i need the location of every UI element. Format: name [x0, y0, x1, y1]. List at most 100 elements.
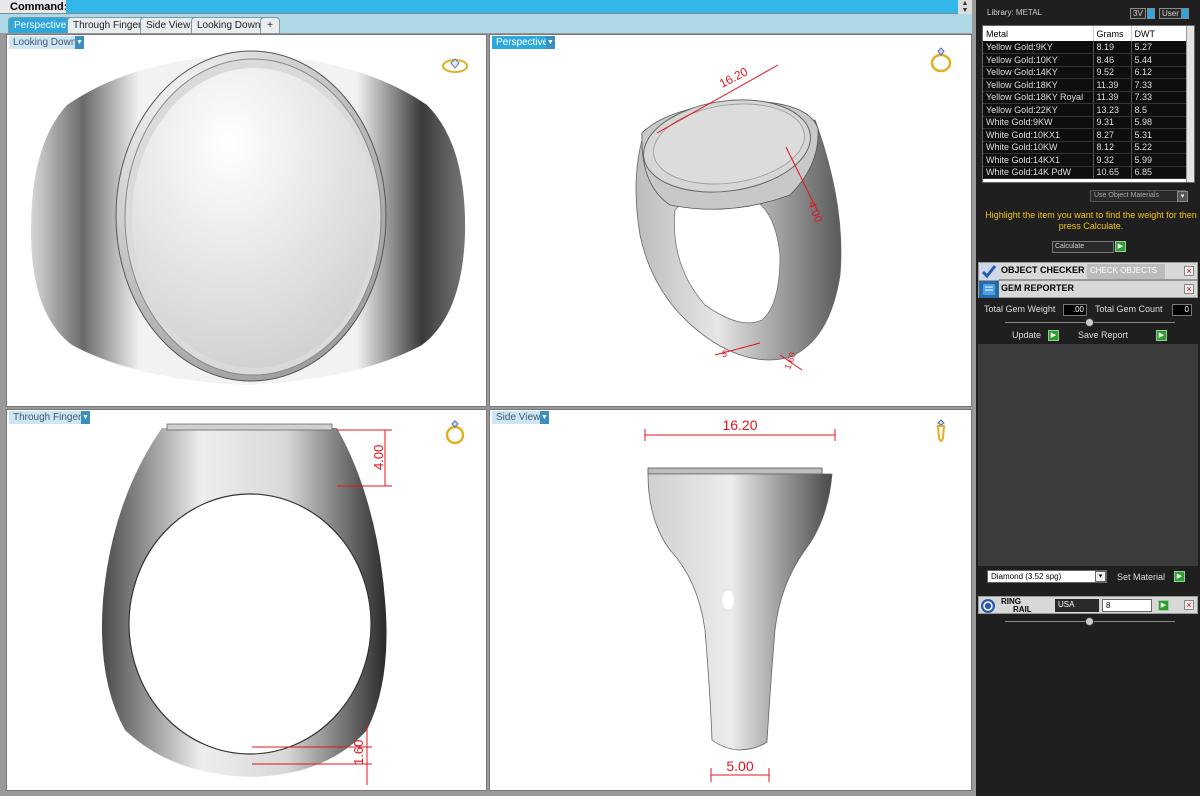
viewport-menu-dropdown[interactable]: ▼ — [540, 411, 549, 424]
viewport-menu-dropdown[interactable]: ▼ — [546, 36, 555, 49]
dwt-cell: 5.27 — [1131, 41, 1188, 54]
dwt-cell: 7.33 — [1131, 78, 1188, 92]
chevron-down-icon[interactable]: ▾ — [1095, 571, 1106, 582]
metal-name-cell: Yellow Gold:18KY — [983, 78, 1094, 92]
metal-name-cell: Yellow Gold:14KY — [983, 66, 1094, 79]
grams-cell: 9.31 — [1093, 116, 1132, 129]
command-scroll-arrows[interactable]: ▲ ▼ — [958, 0, 972, 14]
set-material-label[interactable]: Set Material — [1117, 572, 1165, 584]
close-icon[interactable]: × — [1184, 600, 1194, 610]
grams-cell: 13.23 — [1093, 103, 1132, 117]
command-input[interactable] — [66, 0, 958, 13]
save-report-go-button[interactable]: ▶ — [1156, 330, 1167, 341]
metal-name-cell: Yellow Gold:10KY — [983, 53, 1094, 67]
dwt-cell: 5.98 — [1131, 116, 1188, 129]
close-icon[interactable]: × — [1184, 284, 1194, 294]
dwt-cell: 5.22 — [1131, 141, 1188, 154]
calculate-field[interactable]: Calculate — [1052, 241, 1114, 253]
tab-through-finger[interactable]: Through Finger — [67, 17, 148, 33]
dwt-cell: 5.44 — [1131, 53, 1188, 67]
metal-row[interactable]: White Gold:14K PdW 10.65 6.85 — [983, 166, 1188, 179]
viewport-side-view[interactable]: 16.20 5.00 Side View ▼ — [489, 409, 972, 791]
check-objects-button[interactable]: CHECK OBJECTS — [1087, 264, 1165, 279]
metal-row[interactable]: White Gold:10KX1 8.27 5.31 — [983, 128, 1188, 142]
column-header-dwt[interactable]: DWT — [1131, 26, 1188, 41]
viewport-label-side-view[interactable]: Side View — [492, 411, 545, 424]
set-material-go-button[interactable]: ▶ — [1174, 571, 1185, 582]
column-header-metal[interactable]: Metal — [983, 26, 1094, 41]
tab-looking-down[interactable]: Looking Down — [191, 17, 267, 33]
dwt-cell: 8.5 — [1131, 103, 1188, 117]
update-label[interactable]: Update — [1012, 330, 1041, 342]
total-gem-count-label: Total Gem Count — [1095, 304, 1163, 314]
metal-table-scrollbar[interactable] — [1186, 26, 1194, 182]
dwt-cell: 6.12 — [1131, 66, 1188, 79]
ring-side-render: 16.20 5.00 — [644, 417, 836, 782]
ring-front-render: 4.00 1.60 — [101, 423, 392, 785]
user-info-icon[interactable] — [1181, 8, 1189, 19]
grams-cell: 10.65 — [1093, 166, 1132, 179]
metal-table[interactable]: Metal Grams DWT Yellow Gold:9KY 8.19 5.27 Y… — [982, 25, 1195, 183]
grams-cell: 11.39 — [1093, 91, 1132, 104]
ring-perspective-render: 16.20 4.00 5 1.60 — [635, 64, 842, 371]
metal-row[interactable]: Yellow Gold:9KY 8.19 5.27 — [983, 41, 1188, 54]
metal-name-cell: White Gold:14K PdW — [983, 166, 1094, 179]
viewport-label-through-finger[interactable]: Through Finger — [9, 411, 86, 424]
viewport-perspective[interactable]: 16.20 4.00 5 1.60 Perspective ▼ — [489, 34, 972, 407]
ring-side-view-icon — [936, 419, 946, 442]
add-tab-button[interactable]: + — [260, 17, 280, 33]
metal-row[interactable]: Yellow Gold:18KY 11.39 7.33 — [983, 78, 1188, 92]
viewport-looking-down[interactable]: Looking Down ▼ — [6, 34, 487, 407]
ring-size-select[interactable]: 8 — [1102, 599, 1152, 612]
grams-cell: 8.27 — [1093, 128, 1132, 142]
grams-cell: 9.32 — [1093, 153, 1132, 167]
gem-report-area — [978, 344, 1198, 566]
metal-name-cell: Yellow Gold:9KY — [983, 41, 1094, 54]
ring-through-finger-icon — [445, 420, 465, 445]
metal-row[interactable]: Yellow Gold:18KY Royal 11.39 7.33 — [983, 91, 1188, 104]
use-object-materials-arrow[interactable]: ▾ — [1177, 191, 1188, 202]
metal-row[interactable]: White Gold:14KX1 9.32 5.99 — [983, 153, 1188, 167]
command-bar: Command: ▲ ▼ — [0, 0, 972, 14]
total-gem-count-value: 0 — [1172, 304, 1192, 316]
gem-panel-slider-knob[interactable] — [1085, 318, 1094, 327]
side-dim-top-text: 16.20 — [722, 417, 757, 433]
grams-cell: 8.46 — [1093, 53, 1132, 67]
ring-rail-icon — [981, 599, 995, 613]
metal-name-cell: White Gold:9KW — [983, 116, 1094, 129]
3v-button[interactable]: 3V — [1130, 8, 1146, 19]
viewport-label-looking-down[interactable]: Looking Down — [9, 36, 81, 49]
viewport-menu-dropdown[interactable]: ▼ — [81, 411, 90, 424]
viewport-label-perspective[interactable]: Perspective — [492, 36, 553, 49]
metal-row[interactable]: White Gold:9KW 9.31 5.98 — [983, 116, 1188, 129]
ring-top-render — [30, 50, 466, 385]
user-button[interactable]: User — [1159, 8, 1182, 19]
dwt-cell: 5.31 — [1131, 128, 1188, 142]
viewport-menu-dropdown[interactable]: ▼ — [75, 36, 84, 49]
viewport-through-finger[interactable]: 4.00 1.60 Through Finger ▼ — [6, 409, 487, 791]
total-gem-weight-value: .00 — [1063, 304, 1087, 316]
close-icon[interactable]: × — [1184, 266, 1194, 276]
ring-size-region-select[interactable]: USA — [1055, 599, 1099, 612]
dwt-cell: 6.85 — [1131, 166, 1188, 179]
tab-side-view[interactable]: Side View — [140, 17, 197, 33]
metal-row[interactable]: Yellow Gold:14KY 9.52 6.12 — [983, 66, 1188, 79]
weight-hint-text: Highlight the item you want to find the … — [985, 210, 1197, 231]
grams-cell: 8.12 — [1093, 141, 1132, 154]
3v-info-icon[interactable] — [1147, 8, 1155, 19]
perspective-dim-top-text: 16.20 — [717, 64, 750, 90]
column-header-grams[interactable]: Grams — [1093, 26, 1132, 41]
save-report-label[interactable]: Save Report — [1078, 330, 1128, 342]
grams-cell: 9.52 — [1093, 66, 1132, 79]
ring-rail-go-button[interactable]: ▶ — [1158, 600, 1169, 611]
calculate-go-button[interactable]: ▶ — [1115, 241, 1126, 252]
use-object-materials-dropdown[interactable]: Use Object Materials — [1090, 190, 1186, 202]
metal-row[interactable]: Yellow Gold:10KY 8.46 5.44 — [983, 53, 1188, 67]
tab-perspective[interactable]: Perspective — [8, 17, 73, 33]
metal-row[interactable]: Yellow Gold:22KY 13.23 8.5 — [983, 103, 1188, 117]
ring-rail-slider-knob[interactable] — [1085, 617, 1094, 626]
update-go-button[interactable]: ▶ — [1048, 330, 1059, 341]
material-select[interactable]: Diamond (3.52 spg) — [987, 570, 1107, 583]
metal-row[interactable]: White Gold:10KW 8.12 5.22 — [983, 141, 1188, 154]
object-checker-bar: OBJECT CHECKER CHECK OBJECTS × — [978, 262, 1198, 280]
